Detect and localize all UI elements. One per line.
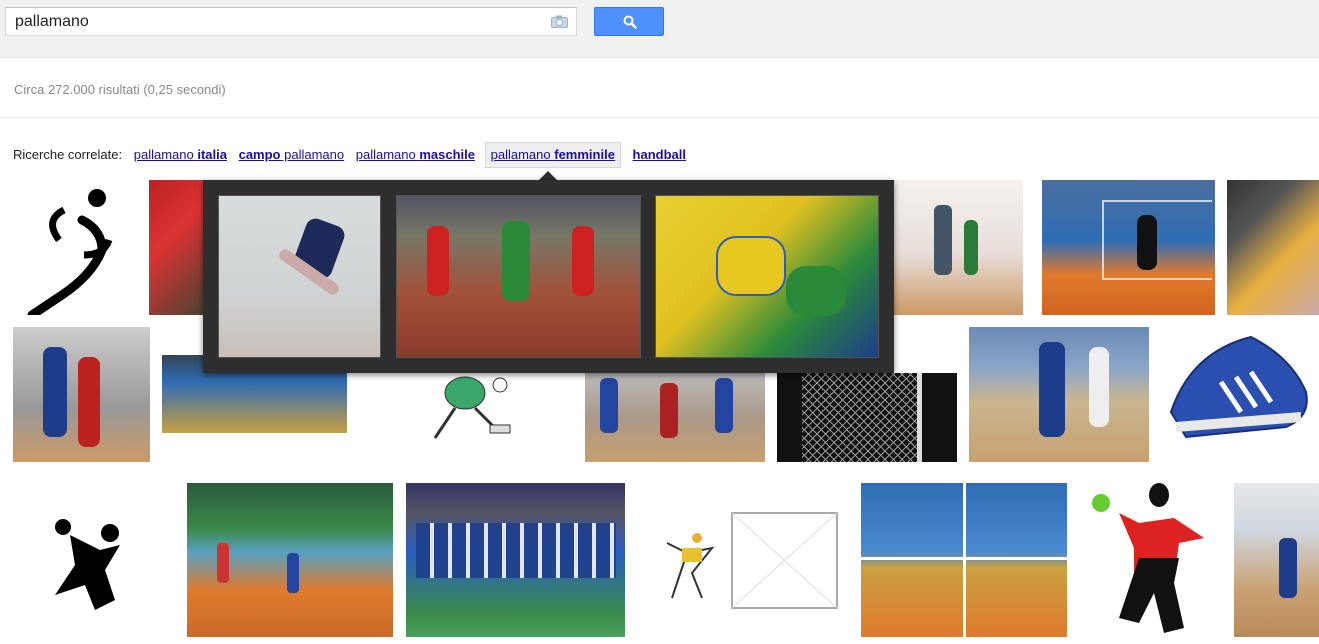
player-silhouette	[55, 519, 120, 610]
related-link-campo[interactable]: campo pallamano	[239, 147, 345, 162]
player-illustration	[1092, 483, 1204, 633]
magnifier-icon	[623, 15, 637, 29]
preview-image[interactable]	[396, 195, 641, 358]
image-result[interactable]	[777, 373, 957, 462]
cartoon-player-drawing	[433, 376, 511, 439]
image-result[interactable]	[187, 483, 393, 637]
image-result[interactable]	[861, 483, 1067, 637]
image-result[interactable]	[894, 180, 1023, 315]
shoe-image	[1169, 335, 1308, 439]
top-bar	[0, 0, 1319, 58]
related-link-femminile[interactable]: pallamano femminile	[484, 142, 621, 168]
search-input[interactable]	[6, 8, 536, 35]
image-result[interactable]	[149, 180, 209, 315]
image-result[interactable]	[969, 327, 1149, 462]
image-result[interactable]	[1227, 180, 1319, 315]
preview-image[interactable]	[655, 195, 879, 358]
image-result[interactable]	[395, 373, 525, 453]
image-result[interactable]	[1079, 483, 1222, 637]
image-result[interactable]	[13, 327, 150, 462]
related-label: Ricerche correlate:	[13, 147, 123, 162]
image-result[interactable]	[1161, 327, 1319, 462]
related-searches: Ricerche correlate: pallamano italia cam…	[13, 142, 694, 168]
popup-arrow	[539, 171, 557, 180]
related-link-italia[interactable]: pallamano italia	[134, 147, 227, 162]
image-result[interactable]	[585, 373, 765, 462]
results-stats: Circa 272.000 risultati (0,25 secondi)	[14, 82, 226, 97]
preview-image[interactable]	[218, 195, 381, 358]
handball-pictogram	[27, 189, 113, 315]
image-result[interactable]	[637, 498, 848, 623]
search-button[interactable]	[594, 7, 664, 36]
image-result[interactable]	[1234, 483, 1319, 637]
divider	[0, 117, 1319, 118]
search-box[interactable]	[5, 7, 577, 36]
image-result[interactable]	[35, 515, 145, 615]
related-link-handball[interactable]: handball	[633, 147, 686, 162]
image-result[interactable]	[14, 180, 134, 315]
sketch-goal-drawing	[666, 512, 838, 609]
image-result[interactable]	[406, 483, 625, 637]
camera-icon[interactable]	[551, 15, 568, 28]
image-result[interactable]	[1042, 180, 1215, 315]
related-preview-popup	[203, 180, 894, 373]
related-link-maschile[interactable]: pallamano maschile	[356, 147, 475, 162]
